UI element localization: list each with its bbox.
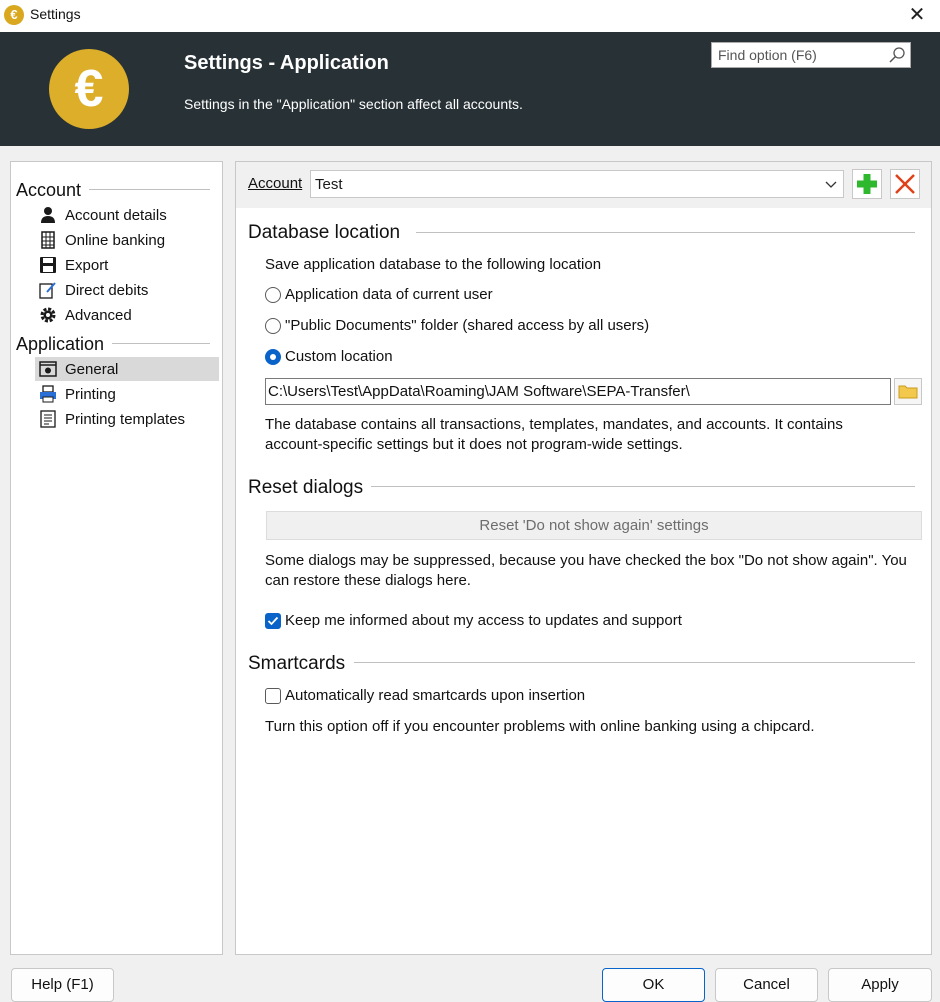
account-select[interactable]: Test: [310, 170, 844, 198]
sidebar-group-account: Account: [16, 180, 82, 200]
delete-account-button[interactable]: [890, 169, 920, 199]
delete-x-icon: [895, 174, 915, 194]
save-disk-icon: [40, 257, 56, 273]
database-location-heading: Database location: [248, 222, 409, 244]
browse-folder-button[interactable]: [894, 378, 922, 405]
account-label-text: Account: [248, 175, 303, 192]
template-document-icon: [40, 410, 56, 428]
sidebar-item-general[interactable]: General: [35, 357, 219, 381]
find-option-box: [711, 42, 911, 68]
custom-location-path-input[interactable]: [265, 378, 891, 405]
page-subtitle: Settings in the "Application" section af…: [184, 96, 523, 112]
settings-sidebar: Account Account details Online banking E…: [10, 161, 223, 955]
sidebar-item-direct-debits[interactable]: Direct debits: [35, 278, 219, 302]
ok-button[interactable]: OK: [602, 968, 705, 1002]
folder-icon: [898, 385, 918, 399]
close-window-button[interactable]: ✕: [894, 0, 940, 32]
add-account-button[interactable]: [852, 169, 882, 199]
sidebar-item-label: Printing templates: [65, 410, 186, 428]
smartcards-note: Turn this option off if you encounter pr…: [265, 718, 815, 735]
auto-read-smartcards-checkbox[interactable]: [265, 688, 281, 704]
cancel-button[interactable]: Cancel: [715, 968, 818, 1002]
radio-custom-location[interactable]: [265, 349, 281, 365]
reset-dialogs-heading: Reset dialogs: [248, 477, 372, 499]
printer-icon: [40, 385, 56, 403]
account-label: Account: [248, 175, 302, 192]
radio-custom-location-label: Custom location: [285, 348, 393, 365]
radio-app-data-current-user[interactable]: [265, 287, 281, 303]
sidebar-item-online-banking[interactable]: Online banking: [35, 228, 219, 252]
chevron-down-icon: [825, 181, 837, 188]
section-divider: [371, 486, 915, 487]
sidebar-item-printing[interactable]: Printing: [35, 382, 219, 406]
section-divider: [354, 662, 915, 663]
user-icon: [41, 207, 55, 223]
section-divider: [416, 232, 915, 233]
sidebar-item-label: Advanced: [65, 306, 132, 324]
general-settings-icon: [39, 361, 57, 377]
sidebar-item-label: Online banking: [65, 231, 166, 249]
app-euro-icon: €: [4, 5, 24, 25]
sidebar-item-label: Export: [65, 256, 109, 274]
sidebar-group-application: Application: [16, 334, 105, 354]
keep-informed-checkbox[interactable]: [265, 613, 281, 629]
reset-do-not-show-again-button[interactable]: Reset 'Do not show again' settings: [266, 511, 922, 540]
reset-note-line1: Some dialogs may be suppressed, because …: [265, 552, 907, 569]
sidebar-divider: [112, 343, 210, 344]
keep-informed-label: Keep me informed about my access to upda…: [285, 612, 682, 629]
sidebar-item-label: Printing: [65, 385, 116, 403]
search-icon[interactable]: [888, 46, 906, 64]
database-note-line1: The database contains all transactions, …: [265, 416, 843, 433]
sidebar-item-advanced[interactable]: Advanced: [35, 303, 219, 327]
sidebar-item-account-details[interactable]: Account details: [35, 203, 219, 227]
settings-header: € Settings - Application Settings in the…: [0, 32, 940, 146]
page-title: Settings - Application: [184, 52, 389, 74]
edit-document-icon: [39, 282, 56, 299]
reset-note-line2: can restore these dialogs here.: [265, 572, 471, 589]
radio-public-documents[interactable]: [265, 318, 281, 334]
sidebar-item-label: Direct debits: [65, 281, 149, 299]
checkmark-icon: [267, 616, 279, 626]
window-title: Settings: [30, 6, 81, 22]
apply-button[interactable]: Apply: [828, 968, 932, 1002]
radio-app-data-current-user-label: Application data of current user: [285, 286, 493, 303]
smartcards-heading: Smartcards: [248, 653, 354, 675]
find-option-input[interactable]: [716, 44, 886, 66]
database-location-intro: Save application database to the followi…: [265, 256, 602, 273]
account-select-value: Test: [315, 176, 343, 193]
window-titlebar: € Settings ✕: [0, 0, 940, 32]
help-button[interactable]: Help (F1): [11, 968, 114, 1002]
sidebar-item-export[interactable]: Export: [35, 253, 219, 277]
auto-read-smartcards-label: Automatically read smartcards upon inser…: [285, 687, 586, 704]
sidebar-divider: [89, 189, 210, 190]
sidebar-item-label: Account details: [65, 206, 167, 224]
account-bar: Account Test: [236, 162, 931, 208]
sidebar-item-label: General: [65, 360, 119, 378]
settings-panel: Account Test Database location Save appl…: [235, 161, 932, 955]
bank-grid-icon: [41, 231, 55, 249]
gear-icon: [40, 307, 56, 323]
sidebar-item-printing-templates[interactable]: Printing templates: [35, 407, 219, 431]
euro-logo-icon: €: [49, 49, 129, 129]
database-note-line2: account-specific settings but it does no…: [265, 436, 683, 453]
radio-public-documents-label: "Public Documents" folder (shared access…: [285, 317, 650, 334]
plus-icon: [857, 174, 877, 194]
